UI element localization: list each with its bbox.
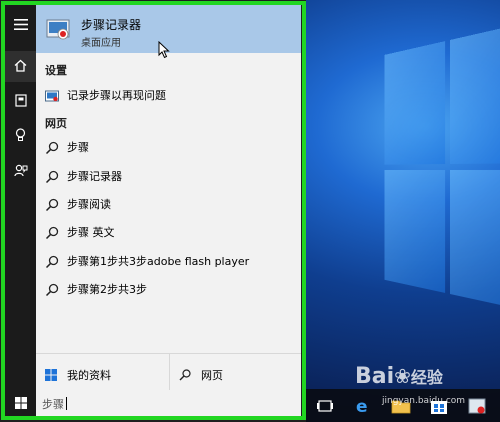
- hamburger-icon: [13, 15, 28, 34]
- svg-text:e: e: [356, 397, 368, 417]
- lightbulb-icon: [15, 127, 26, 146]
- start-button[interactable]: [5, 390, 36, 417]
- settings-result-item[interactable]: 记录步骤以再现问题: [36, 83, 301, 107]
- search-box: [36, 390, 301, 417]
- app-taskbar-icon[interactable]: [466, 395, 488, 417]
- web-filter-label: 网页: [201, 369, 223, 382]
- web-result-label: 步骤记录器: [67, 170, 122, 183]
- web-result-item[interactable]: 步骤 英文: [36, 220, 301, 244]
- search-input[interactable]: [42, 395, 292, 413]
- watermark-brand: Bai: [355, 364, 395, 389]
- my-stuff-label: 我的资料: [67, 369, 111, 382]
- windows-icon: [45, 366, 57, 381]
- notebook-icon: [14, 92, 27, 111]
- windows-logo-wallpaper: [384, 21, 500, 320]
- web-result-label: 步骤: [67, 141, 89, 154]
- home-icon: [14, 57, 27, 76]
- top-hit-subtitle: 桌面应用: [81, 38, 121, 49]
- mouse-cursor-icon: [158, 40, 170, 59]
- web-filter-button[interactable]: 网页: [170, 354, 302, 391]
- web-result-label: 步骤 英文: [67, 226, 115, 239]
- web-result-label: 步骤第1步共3步adobe flash player: [67, 255, 250, 268]
- settings-result-label: 记录步骤以再现问题: [67, 89, 166, 102]
- paw-icon: ❀: [394, 364, 411, 388]
- hamburger-menu-button[interactable]: [5, 9, 36, 40]
- feedback-button[interactable]: [5, 156, 36, 187]
- search-icon: [45, 225, 59, 240]
- top-hit-result[interactable]: 步骤记录器 桌面应用: [36, 5, 301, 59]
- top-hit-title: 步骤记录器: [81, 18, 142, 32]
- search-icon: [45, 254, 59, 269]
- web-result-label: 步骤阅读: [67, 198, 111, 211]
- search-results: 步骤记录器 桌面应用 设置 记录步骤以再现问题 网页 步骤 步骤记录器 步骤阅读: [36, 5, 301, 353]
- notebook-button[interactable]: [5, 86, 36, 117]
- web-result-item[interactable]: 步骤记录器: [36, 164, 301, 188]
- search-icon: [45, 140, 59, 155]
- start-rail: [5, 5, 36, 390]
- feedback-icon: [13, 162, 28, 181]
- web-result-item[interactable]: 步骤: [36, 135, 301, 159]
- web-result-item[interactable]: 步骤阅读: [36, 192, 301, 216]
- search-icon: [45, 197, 59, 212]
- search-icon: [45, 282, 59, 297]
- settings-app-icon: [45, 88, 59, 102]
- web-result-item[interactable]: 步骤第1步共3步adobe flash player: [36, 249, 301, 273]
- home-button[interactable]: [5, 51, 36, 82]
- watermark-url: jingyan.baidu.com: [382, 396, 466, 406]
- my-stuff-button[interactable]: 我的资料: [36, 354, 168, 391]
- search-filter-bar: 我的资料 网页: [36, 353, 302, 391]
- text-caret: [66, 397, 67, 410]
- section-title-web: 网页: [45, 117, 67, 130]
- tips-button[interactable]: [5, 121, 36, 152]
- web-result-item[interactable]: 步骤第2步共3步: [36, 277, 301, 301]
- start-search-panel: 步骤记录器 桌面应用 设置 记录步骤以再现问题 网页 步骤 步骤记录器 步骤阅读: [0, 0, 306, 422]
- search-icon: [179, 366, 191, 381]
- search-icon: [45, 169, 59, 184]
- windows-icon: [14, 394, 27, 413]
- section-title-settings: 设置: [45, 64, 67, 77]
- watermark-logo: Bai❀经验: [355, 364, 443, 389]
- edge-browser-icon[interactable]: e: [352, 395, 374, 417]
- steps-recorder-app-icon: [46, 17, 70, 41]
- watermark-brand-suffix: 经验: [410, 368, 443, 387]
- web-result-label: 步骤第2步共3步: [67, 283, 147, 296]
- task-view-button[interactable]: [314, 395, 336, 417]
